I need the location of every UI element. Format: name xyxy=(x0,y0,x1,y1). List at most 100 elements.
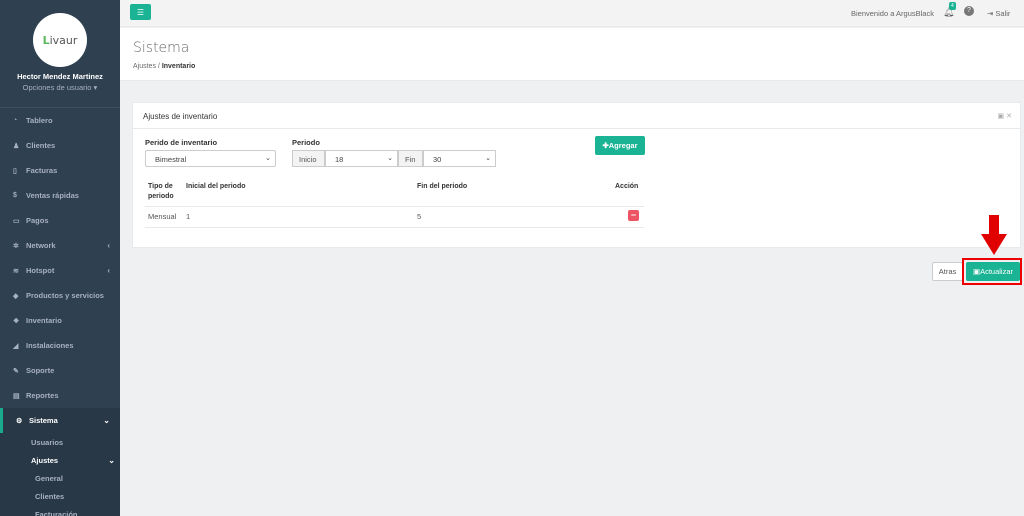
update-button[interactable]: ▣ Actualizar xyxy=(966,262,1020,281)
user-name: Hector Mendez Martinez xyxy=(17,72,103,81)
update-button-label: Actualizar xyxy=(980,267,1014,276)
notification-badge: 4 xyxy=(949,2,956,10)
panel-tools: ▣ ✕ xyxy=(998,112,1012,120)
sidebar-item-label: Instalaciones xyxy=(26,341,74,350)
column-header-accion: Acción xyxy=(615,183,639,190)
delete-row-button[interactable]: − xyxy=(628,210,639,221)
sidebar-item-label: Network xyxy=(26,241,56,250)
tools-icon: ◢ xyxy=(13,342,19,350)
tag-icon: ◆ xyxy=(13,292,19,300)
sidebar-item-tablero[interactable]: ◔ Tablero xyxy=(0,108,120,133)
sidebar-item-label: Sistema xyxy=(29,416,58,425)
chevron-left-icon: ‹ xyxy=(107,266,110,275)
sidebar-item-label: Tablero xyxy=(26,116,53,125)
inicio-select[interactable]: 18 ⌄ xyxy=(325,150,398,167)
breadcrumb-parent[interactable]: Ajustes xyxy=(133,63,156,70)
panel-header: Ajustes de inventario ▣ ✕ xyxy=(133,103,1020,129)
cell-inicial: 1 xyxy=(186,212,191,221)
company-logo: Livaur xyxy=(33,13,87,67)
cell-fin: 5 xyxy=(417,212,422,221)
breadcrumb-current: Inventario xyxy=(161,63,196,70)
chevron-down-icon: ⌄ xyxy=(485,155,491,162)
red-arrow-icon xyxy=(981,215,1007,255)
menu-toggle-button[interactable]: ☰ xyxy=(130,4,151,20)
chevron-down-icon: ⌄ xyxy=(265,155,271,162)
add-button-label: Agregar xyxy=(608,141,638,150)
chevron-down-icon: ⌄ xyxy=(387,155,393,162)
sidebar-item-ventas[interactable]: $ Ventas rápidas xyxy=(0,183,120,208)
sidebar-subitem-ajustes[interactable]: Ajustes ⌄ xyxy=(0,451,120,469)
sidebar-subitem-general[interactable]: General xyxy=(0,469,120,487)
gears-icon: ⚙ xyxy=(16,417,23,425)
inicio-addon: Inicio xyxy=(292,150,325,167)
period-type-value: Bimestral xyxy=(155,155,187,164)
inventory-settings-panel: Ajustes de inventario ▣ ✕ Perido de inve… xyxy=(132,102,1021,248)
sidebar-item-network[interactable]: ✲ Network ‹ xyxy=(0,233,120,258)
column-header-tipo: Tipo de periodo xyxy=(148,183,174,200)
sidebar-item-label: Ventas rápidas xyxy=(26,191,79,200)
sidebar-item-inventario[interactable]: ❖ Inventario xyxy=(0,308,120,333)
add-button[interactable]: ✚ Agregar xyxy=(595,136,645,155)
book-icon: ▤ xyxy=(13,392,20,400)
money-icon: ▭ xyxy=(13,217,20,225)
help-icon[interactable]: ? xyxy=(964,6,974,16)
profile-section: Livaur Hector Mendez Martinez Opciones d… xyxy=(0,0,120,108)
period-type-label: Perido de inventario xyxy=(145,138,218,147)
hamburger-icon: ☰ xyxy=(136,7,145,17)
sidebar-item-soporte[interactable]: ✎ Soporte xyxy=(0,358,120,383)
cell-tipo: Mensual xyxy=(148,212,177,221)
sidebar-item-label: Hotspot xyxy=(26,266,55,275)
chevron-down-icon: ⌄ xyxy=(103,416,110,425)
sidebar-item-label: Facturas xyxy=(26,166,58,175)
sidebar-item-facturas[interactable]: ▯ Facturas xyxy=(0,158,120,183)
sidebar: Livaur Hector Mendez Martinez Opciones d… xyxy=(0,0,120,516)
network-icon: ✲ xyxy=(13,242,19,250)
column-header-fin: Fin del periodo xyxy=(417,183,468,190)
panel-title: Ajustes de inventario xyxy=(143,112,218,121)
periodo-label: Periodo xyxy=(292,138,320,147)
sidebar-subitem-clientes[interactable]: Clientes xyxy=(0,487,120,505)
page-title: Sistema xyxy=(133,40,190,56)
sidebar-item-pagos[interactable]: ▭ Pagos xyxy=(0,208,120,233)
page-heading: Sistema Ajustes / Inventario xyxy=(120,28,1024,81)
cubes-icon: ❖ xyxy=(13,317,20,325)
period-type-select[interactable]: Bimestral ⌄ xyxy=(145,150,276,167)
table-divider xyxy=(145,227,644,228)
welcome-text: Bienvenido a ArgusBlack xyxy=(851,9,934,18)
sidebar-item-label: Clientes xyxy=(26,141,56,150)
logo-text: Livaur xyxy=(42,33,78,47)
chevron-left-icon: ‹ xyxy=(107,241,110,250)
sidebar-item-label: Reportes xyxy=(26,391,59,400)
inicio-value: 18 xyxy=(335,155,344,164)
breadcrumb: Ajustes / Inventario xyxy=(133,63,196,70)
sidebar-item-clientes[interactable]: ♟ Clientes xyxy=(0,133,120,158)
sidebar-subitem-usuarios[interactable]: Usuarios xyxy=(0,433,120,451)
sidebar-item-productos[interactable]: ◆ Productos y servicios xyxy=(0,283,120,308)
sidebar-subitem-facturacion[interactable]: Facturación xyxy=(0,505,120,516)
logout-link[interactable]: ⇥ Salir xyxy=(987,9,1010,18)
top-bar: ☰ Bienvenido a ArgusBlack 🔔︎ 4 ? ⇥ Salir xyxy=(120,0,1024,27)
chevron-down-icon: ⌄ xyxy=(108,455,115,465)
save-icon[interactable]: ▣ xyxy=(998,113,1005,120)
wrench-icon: ✎ xyxy=(13,367,19,375)
back-button[interactable]: Atras xyxy=(932,262,963,281)
sidebar-item-instalaciones[interactable]: ◢ Instalaciones xyxy=(0,333,120,358)
file-icon: ▯ xyxy=(13,167,17,175)
user-options-dropdown[interactable]: Opciones de usuario ▾ xyxy=(0,83,120,92)
sidebar-nav: ◔ Tablero ♟ Clientes ▯ Facturas $ Ventas ráp… xyxy=(0,108,120,516)
sidebar-subitem-label: Ajustes xyxy=(31,455,59,465)
sidebar-item-sistema[interactable]: ⚙ Sistema ⌄ xyxy=(0,408,120,433)
sistema-submenu: Usuarios Ajustes ⌄ General Clientes Factu… xyxy=(0,433,120,516)
minus-icon: − xyxy=(630,210,637,220)
wifi-icon: ≋ xyxy=(13,267,19,275)
sidebar-item-label: Inventario xyxy=(26,316,62,325)
column-header-inicial: Inicial del periodo xyxy=(186,183,246,190)
save-icon: ▣ xyxy=(972,267,981,276)
close-icon[interactable]: ✕ xyxy=(1006,113,1012,120)
logout-label: Salir xyxy=(995,9,1011,18)
sidebar-item-reportes[interactable]: ▤ Reportes xyxy=(0,383,120,408)
sidebar-item-hotspot[interactable]: ≋ Hotspot ‹ xyxy=(0,258,120,283)
fin-select[interactable]: 30 ⌄ xyxy=(423,150,496,167)
users-icon: ♟ xyxy=(13,142,20,150)
sidebar-item-label: Pagos xyxy=(26,216,49,225)
